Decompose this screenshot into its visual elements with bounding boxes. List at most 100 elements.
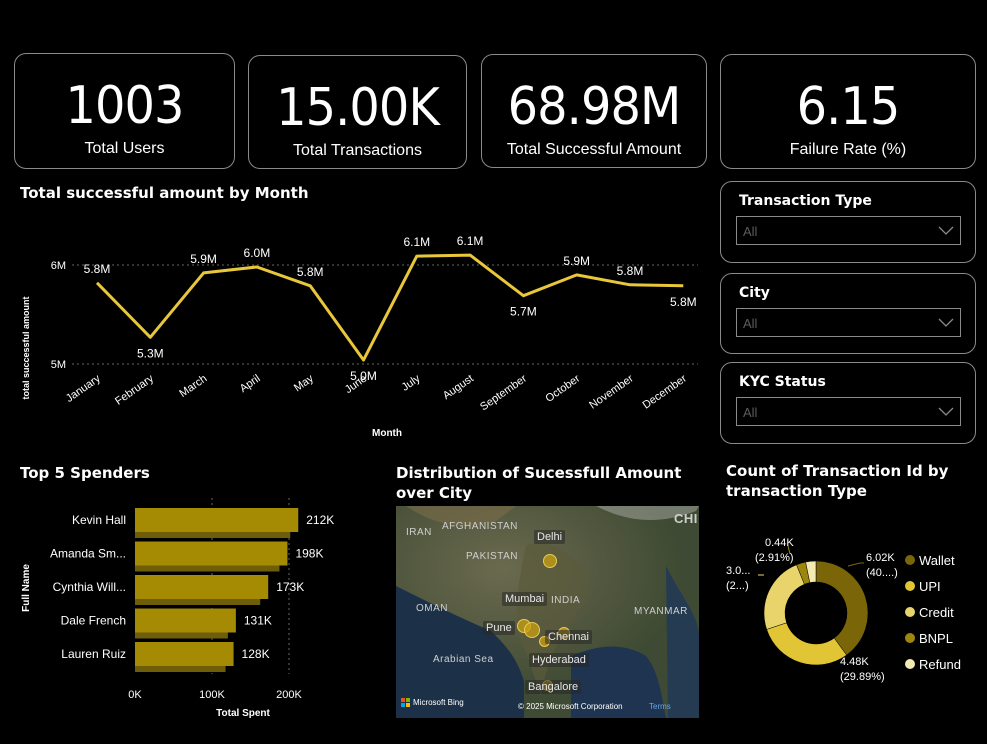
- line-xtick-label: February: [113, 372, 156, 407]
- slicer-title: City: [739, 285, 770, 301]
- line-xtick-label: November: [587, 372, 636, 411]
- slicer-title: Transaction Type: [739, 193, 872, 209]
- bar-category-label: Dale French: [61, 614, 126, 628]
- bar-chart[interactable]: Full Name 212K Kevin Hall 198K Amanda Sm...…: [0, 490, 380, 730]
- map-terms-link[interactable]: Terms: [649, 702, 671, 711]
- bar-category-label: Lauren Ruiz: [61, 647, 126, 661]
- bar-category-label: Cynthia Will...: [53, 580, 126, 594]
- city-label: Delhi: [534, 530, 566, 544]
- line-chart-ytick-5m: 5M: [51, 359, 66, 371]
- city-dropdown[interactable]: All: [736, 308, 961, 337]
- line-data-label: 5.8M: [297, 265, 324, 279]
- line-data-label: 5.8M: [617, 264, 644, 278]
- kpi-label: Failure Rate (%): [789, 141, 907, 158]
- country-label: CHI: [674, 511, 698, 526]
- donut-data-label: (29.89%): [840, 671, 885, 683]
- bar[interactable]: [135, 508, 299, 532]
- legend-marker: [905, 607, 915, 617]
- line-data-label: 6.1M: [457, 234, 484, 248]
- line-xtick-label: January: [64, 372, 103, 405]
- bing-logo: Microsoft Bing: [401, 698, 464, 707]
- donut-data-label: 6.02K: [866, 552, 895, 564]
- line-data-label: 5.7M: [510, 305, 537, 319]
- legend-label: Wallet: [919, 553, 955, 568]
- dropdown-value: All: [743, 224, 758, 239]
- chevron-down-icon: [938, 226, 954, 235]
- legend-marker: [905, 633, 915, 643]
- line-chart-ylabel: total successful amount: [21, 296, 31, 399]
- country-label: PAKISTAN: [466, 551, 518, 562]
- line-chart[interactable]: total successful amount 6M 5M 5.8M 5.3M 5.…: [0, 200, 710, 445]
- line-xtick-label: March: [177, 373, 209, 400]
- legend-marker: [905, 659, 915, 669]
- kpi-value: 6.15: [796, 77, 901, 137]
- city-bubble-delhi[interactable]: [543, 554, 557, 568]
- donut-data-label: (40....): [866, 567, 898, 579]
- line-series[interactable]: [95, 253, 684, 362]
- line-data-label: 5.8M: [670, 295, 697, 309]
- donut-leader-line: [847, 562, 864, 567]
- line-data-label: 5.9M: [563, 254, 590, 268]
- slicer-title: KYC Status: [739, 374, 826, 390]
- chevron-down-icon: [938, 407, 954, 416]
- line-data-label: 5.3M: [137, 346, 164, 360]
- donut-title: Count of Transaction Id by transaction T…: [726, 462, 949, 500]
- bar-data-label: 198K: [295, 547, 323, 561]
- legend-label: UPI: [919, 579, 941, 594]
- kpi-card-total-transactions: 15.00K Total Transactions: [248, 55, 467, 169]
- microsoft-logo-icon: [401, 698, 410, 707]
- kpi-label: Total Successful Amount: [506, 141, 682, 158]
- bar[interactable]: [135, 608, 236, 633]
- line-chart-ytick-6m: 6M: [51, 260, 66, 272]
- city-map[interactable]: IRAN AFGHANISTAN PAKISTAN INDIA OMAN MYA…: [396, 506, 699, 718]
- bar[interactable]: [135, 642, 234, 666]
- legend-marker: [905, 555, 915, 565]
- kyc-status-dropdown[interactable]: All: [736, 397, 961, 426]
- line-data-label: 6.1M: [403, 235, 430, 249]
- donut-data-label: 0.44K: [765, 537, 794, 549]
- legend-label: Credit: [919, 605, 954, 620]
- kpi-card-failure-rate: 6.15 Failure Rate (%): [720, 54, 976, 169]
- bar-category-label: Kevin Hall: [72, 513, 126, 527]
- transaction-type-dropdown[interactable]: All: [736, 216, 961, 245]
- slicer-city: City All: [720, 273, 976, 354]
- bar-category-label: Amanda Sm...: [50, 547, 126, 561]
- line-xtick-label: December: [641, 372, 690, 411]
- bar[interactable]: [135, 575, 269, 599]
- city-label: Pune: [483, 621, 515, 635]
- city-label: Chennai: [545, 630, 592, 644]
- dropdown-value: All: [743, 316, 758, 331]
- city-label: Hyderabad: [529, 653, 589, 667]
- donut-slice[interactable]: [763, 564, 805, 630]
- donut-slice[interactable]: [766, 622, 847, 666]
- city-bubble-pune[interactable]: [524, 622, 540, 638]
- line-data-label: 5.8M: [84, 262, 111, 276]
- country-label: OMAN: [416, 603, 448, 614]
- kpi-label: Total Transactions: [293, 142, 422, 159]
- map-title: Distribution of Sucessfull Amount over C…: [396, 464, 682, 502]
- legend-marker: [905, 581, 915, 591]
- bar-chart-title: Top 5 Spenders: [20, 464, 150, 482]
- slicer-kyc-status: KYC Status All: [720, 362, 976, 444]
- line-xtick-label: August: [441, 373, 476, 402]
- bar-data-label: 212K: [306, 513, 334, 527]
- donut-data-label: 4.48K: [840, 656, 869, 668]
- city-label: Bangalore: [525, 680, 582, 694]
- legend-label: BNPL: [919, 631, 953, 646]
- kpi-value: 68.98M: [507, 77, 682, 137]
- donut-chart[interactable]: Wallet UPI Credit BNPL Refund 6.02K (40....)…: [720, 520, 987, 695]
- line-xtick-label: April: [238, 373, 263, 395]
- line-data-label: 5.9M: [190, 252, 217, 266]
- kpi-card-total-users: 1003 Total Users: [14, 53, 235, 169]
- bar[interactable]: [135, 541, 288, 566]
- donut-slice[interactable]: [815, 560, 869, 656]
- bar-chart-xlabel: Total Spent: [216, 708, 270, 719]
- line-xtick-label: October: [543, 372, 582, 404]
- line-xtick-label: July: [400, 372, 423, 393]
- donut-data-label: (2.91%): [755, 552, 794, 564]
- city-label: Mumbai: [502, 592, 548, 606]
- dropdown-value: All: [743, 405, 758, 420]
- country-label: MYANMAR: [634, 606, 688, 617]
- bar-chart-xtick: 200K: [276, 689, 302, 701]
- line-xtick-label: September: [478, 372, 529, 413]
